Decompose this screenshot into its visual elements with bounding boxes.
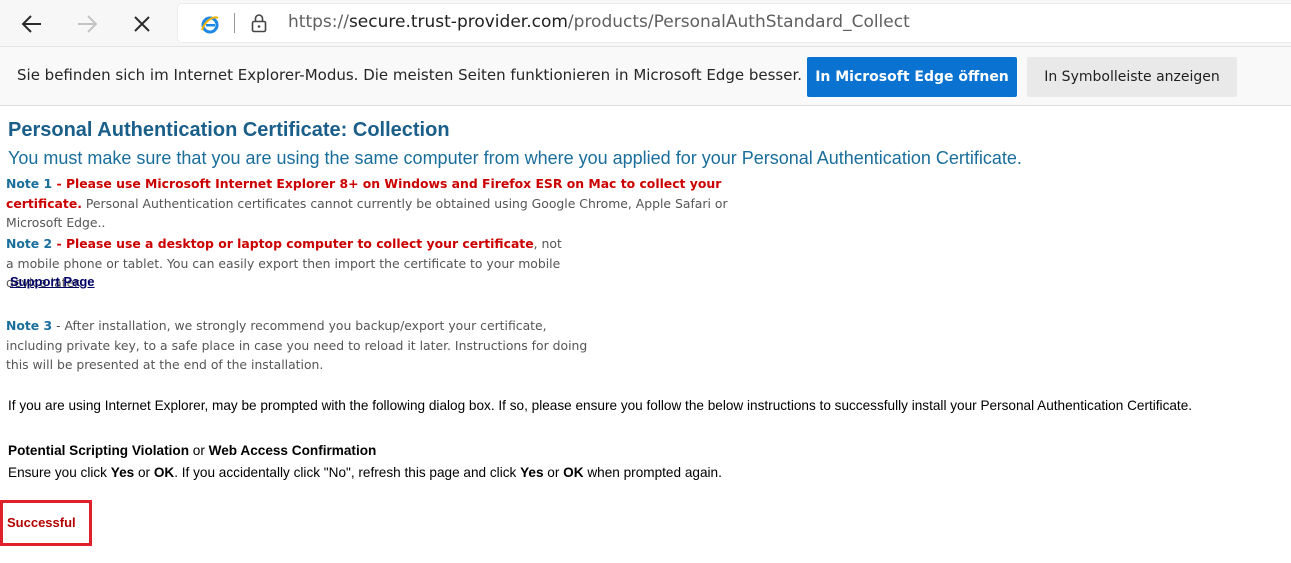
back-button[interactable]: [14, 6, 50, 42]
note-2-emphasis: Please use a desktop or laptop computer …: [65, 236, 534, 251]
warning-heading-or: or: [189, 443, 209, 458]
warning-yes-1: Yes: [110, 465, 135, 480]
page-title: Personal Authentication Certificate: Col…: [8, 119, 450, 141]
show-in-toolbar-button[interactable]: In Symbolleiste anzeigen: [1027, 57, 1237, 97]
warning-yes-2: Yes: [520, 465, 544, 480]
forward-button[interactable]: [69, 6, 105, 42]
forward-arrow-icon: [78, 15, 98, 33]
stop-loading-button[interactable]: [124, 6, 160, 42]
ie-info-text: If you are using Internet Explorer, may …: [8, 398, 1193, 413]
warning-heading-scripting: Potential Scripting Violation: [8, 443, 190, 458]
status-highlight-box: Successful: [0, 500, 92, 546]
warning-or-1: or: [134, 465, 154, 480]
warning-text-3: when prompted again.: [583, 465, 722, 480]
note-1-label: Note 1: [6, 176, 53, 191]
note-3-label: Note 3: [6, 318, 53, 333]
page-subtitle: You must make sure that you are using th…: [8, 148, 1022, 168]
page-content: Personal Authentication Certificate: Col…: [0, 107, 1291, 563]
warning-or-2: or: [543, 465, 564, 480]
browser-toolbar: https://secure.trust-provider.com/produc…: [0, 0, 1291, 47]
address-bar[interactable]: https://secure.trust-provider.com/produc…: [178, 4, 1291, 42]
support-page-link[interactable]: Support Page: [10, 274, 95, 289]
url-host: secure.trust-provider.com: [348, 12, 568, 32]
warning-instructions: Ensure you click Yes or OK. If you accid…: [8, 465, 722, 480]
url-text[interactable]: https://secure.trust-provider.com/produc…: [288, 12, 910, 32]
warning-ok-2: OK: [563, 465, 584, 480]
warning-text-1: Ensure you click: [8, 465, 111, 480]
warning-heading: Potential Scripting Violation or Web Acc…: [8, 443, 376, 458]
warning-text-2: . If you accidentally click "No", refres…: [174, 465, 521, 480]
lock-icon[interactable]: [250, 13, 268, 33]
address-separator: [234, 13, 235, 33]
url-scheme: https://: [288, 12, 349, 32]
warning-ok-1: OK: [153, 465, 175, 480]
internet-explorer-icon: [201, 16, 219, 34]
close-icon: [134, 16, 150, 32]
note-1-text: Personal Authentication certificates can…: [6, 195, 728, 231]
infobar-message: Sie befinden sich im Internet Explorer-M…: [17, 66, 803, 84]
status-successful: Successful: [7, 515, 76, 530]
note-1-dash: -: [52, 176, 66, 191]
back-arrow-icon: [21, 15, 41, 33]
note-1: Note 1 - Please use Microsoft Internet E…: [6, 174, 766, 233]
note-3-text: - After installation, we strongly recomm…: [6, 318, 588, 372]
warning-heading-web-access: Web Access Confirmation: [208, 443, 377, 458]
open-in-edge-button[interactable]: In Microsoft Edge öffnen: [807, 57, 1017, 97]
note-3: Note 3 - After installation, we strongly…: [6, 316, 596, 375]
ie-mode-infobar: Sie befinden sich im Internet Explorer-M…: [0, 47, 1291, 106]
note-2-dash: -: [52, 236, 66, 251]
url-path: /products/PersonalAuthStandard_Collect: [567, 12, 910, 32]
note-2-label: Note 2: [6, 236, 53, 251]
